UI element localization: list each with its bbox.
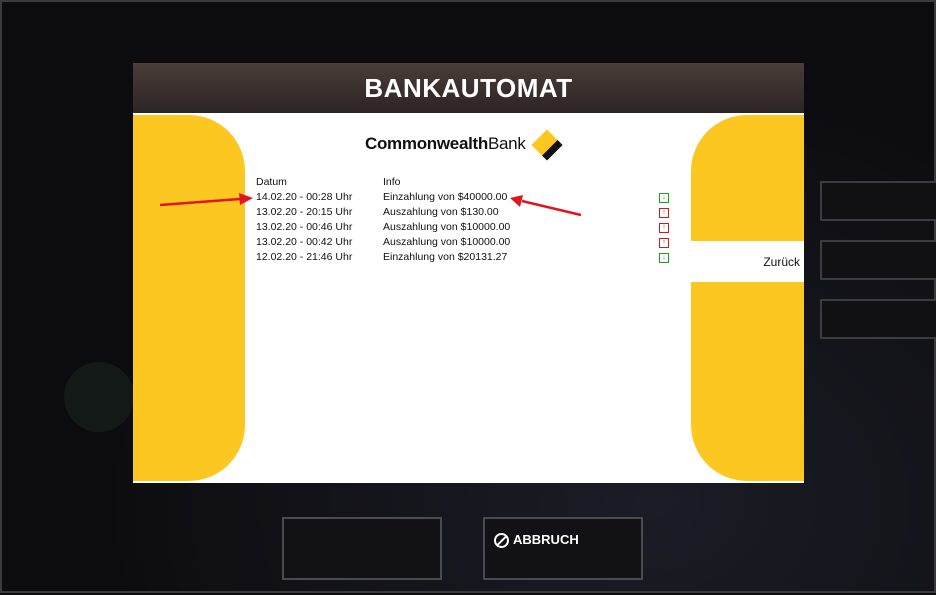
transaction-table: Datum Info 14.02.20 - 00:28 Uhr Einzahlu… xyxy=(256,175,676,265)
back-button-label: Zurück xyxy=(763,254,800,269)
side-button-3[interactable] xyxy=(820,299,936,339)
yellow-panel-left xyxy=(133,115,245,481)
cancel-button[interactable]: ABBRUCH xyxy=(483,517,643,580)
bank-logo-bold: Commonwealth xyxy=(365,134,488,153)
game-window: BANKAUTOMAT Zurück CommonwealthBank Datu… xyxy=(0,0,936,593)
table-row: 12.02.20 - 21:46 Uhr Einzahlung von $201… xyxy=(256,250,676,265)
atm-screen: Zurück CommonwealthBank Datum Info 14.02… xyxy=(133,113,804,483)
table-row: 14.02.20 - 00:28 Uhr Einzahlung von $400… xyxy=(256,190,676,205)
deposit-icon: ↓ xyxy=(659,253,669,263)
withdrawal-icon: ↑ xyxy=(659,223,669,233)
cancel-button-label: ABBRUCH xyxy=(513,532,579,547)
cancel-icon xyxy=(494,533,509,548)
bottom-button-empty[interactable] xyxy=(282,517,442,580)
transaction-info: Einzahlung von $40000.00 xyxy=(383,191,508,203)
bank-diamond-icon xyxy=(530,129,563,161)
yellow-panel-right xyxy=(691,115,804,481)
deposit-icon: ↓ xyxy=(659,193,669,203)
side-button-2[interactable] xyxy=(820,240,936,280)
table-row: 13.02.20 - 00:42 Uhr Auszahlung von $100… xyxy=(256,235,676,250)
page-title: BANKAUTOMAT xyxy=(133,63,804,113)
column-header-date: Datum xyxy=(256,176,287,188)
table-row: 13.02.20 - 20:15 Uhr Auszahlung von $130… xyxy=(256,205,676,220)
table-row: 13.02.20 - 00:46 Uhr Auszahlung von $100… xyxy=(256,220,676,235)
bank-logo-regular: Bank xyxy=(487,134,526,153)
transaction-date: 14.02.20 - 00:28 Uhr xyxy=(256,191,353,203)
transaction-date: 13.02.20 - 20:15 Uhr xyxy=(256,206,353,218)
transaction-info: Auszahlung von $10000.00 xyxy=(383,221,511,233)
column-header-info: Info xyxy=(383,176,401,188)
bank-logo: CommonwealthBank xyxy=(365,127,563,161)
transaction-info: Auszahlung von $10000.00 xyxy=(383,236,511,248)
background-foliage xyxy=(64,362,134,432)
transaction-date: 13.02.20 - 00:42 Uhr xyxy=(256,236,353,248)
side-button-1[interactable] xyxy=(820,181,936,221)
transaction-date: 12.02.20 - 21:46 Uhr xyxy=(256,251,353,263)
bank-logo-text: CommonwealthBank xyxy=(365,134,526,154)
page-title-text: BANKAUTOMAT xyxy=(364,72,573,103)
back-button[interactable]: Zurück xyxy=(691,241,804,282)
withdrawal-icon: ↑ xyxy=(659,208,669,218)
transaction-info: Auszahlung von $130.00 xyxy=(383,206,499,218)
table-header: Datum Info xyxy=(256,175,676,190)
transaction-info: Einzahlung von $20131.27 xyxy=(383,251,508,263)
transaction-date: 13.02.20 - 00:46 Uhr xyxy=(256,221,353,233)
withdrawal-icon: ↑ xyxy=(659,238,669,248)
